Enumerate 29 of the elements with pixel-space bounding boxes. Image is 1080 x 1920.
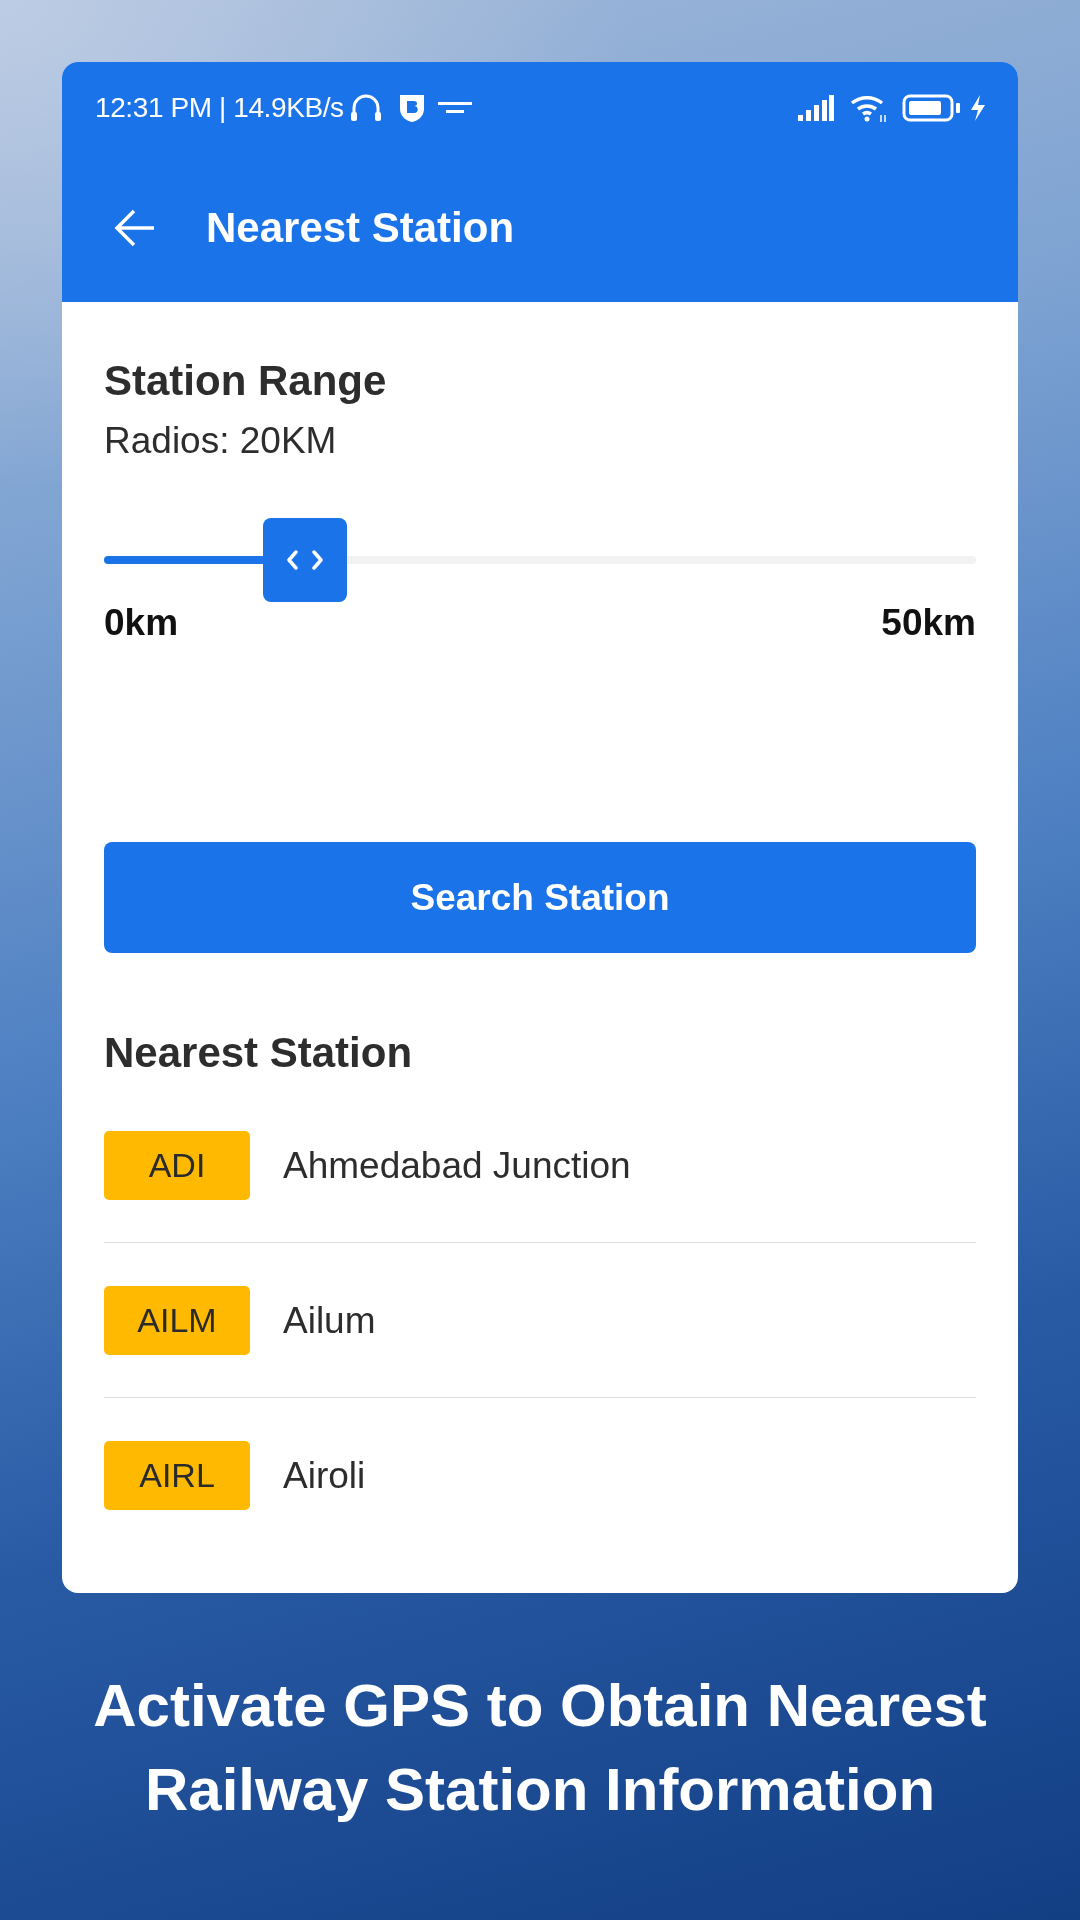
wifi-icon xyxy=(850,93,888,123)
slider-max-label: 50km xyxy=(881,602,976,644)
screen-title: Nearest Station xyxy=(206,202,515,253)
station-name: Ailum xyxy=(283,1298,376,1343)
battery-icon xyxy=(902,94,962,122)
radius-label: Radios: 20KM xyxy=(104,420,338,462)
station-code-tag: ADI xyxy=(104,1131,250,1200)
app-logo-icon xyxy=(437,100,472,116)
section-title: Station Range xyxy=(104,357,388,405)
shield-icon xyxy=(398,93,425,123)
headphones-icon xyxy=(349,94,382,122)
station-row[interactable]: AILM Ailum xyxy=(104,1243,976,1398)
section-title: Nearest Station xyxy=(104,1029,414,1077)
station-row[interactable]: ADI Ahmedabad Junction xyxy=(104,1088,976,1243)
status-time-speed: 12:31 PM | 14.9KB/s xyxy=(95,91,344,125)
arrow-left-icon xyxy=(114,208,156,248)
charging-icon xyxy=(970,95,986,121)
search-station-button[interactable]: Search Station xyxy=(104,842,976,953)
station-code-tag: AILM xyxy=(104,1286,250,1355)
station-name: Ahmedabad Junction xyxy=(283,1143,631,1188)
station-code-tag: AIRL xyxy=(104,1441,250,1510)
station-name: Airoli xyxy=(283,1453,366,1498)
slider-thumb[interactable] xyxy=(262,518,347,602)
signal-icon xyxy=(798,95,834,121)
promo-caption: Activate GPS to Obtain Nearest Railway Station Information xyxy=(92,1671,988,1825)
station-row[interactable]: AIRL Airoli xyxy=(104,1398,976,1552)
chevrons-icon xyxy=(286,550,323,570)
slider-min-label: 0km xyxy=(104,602,179,644)
range-slider[interactable] xyxy=(104,518,976,602)
